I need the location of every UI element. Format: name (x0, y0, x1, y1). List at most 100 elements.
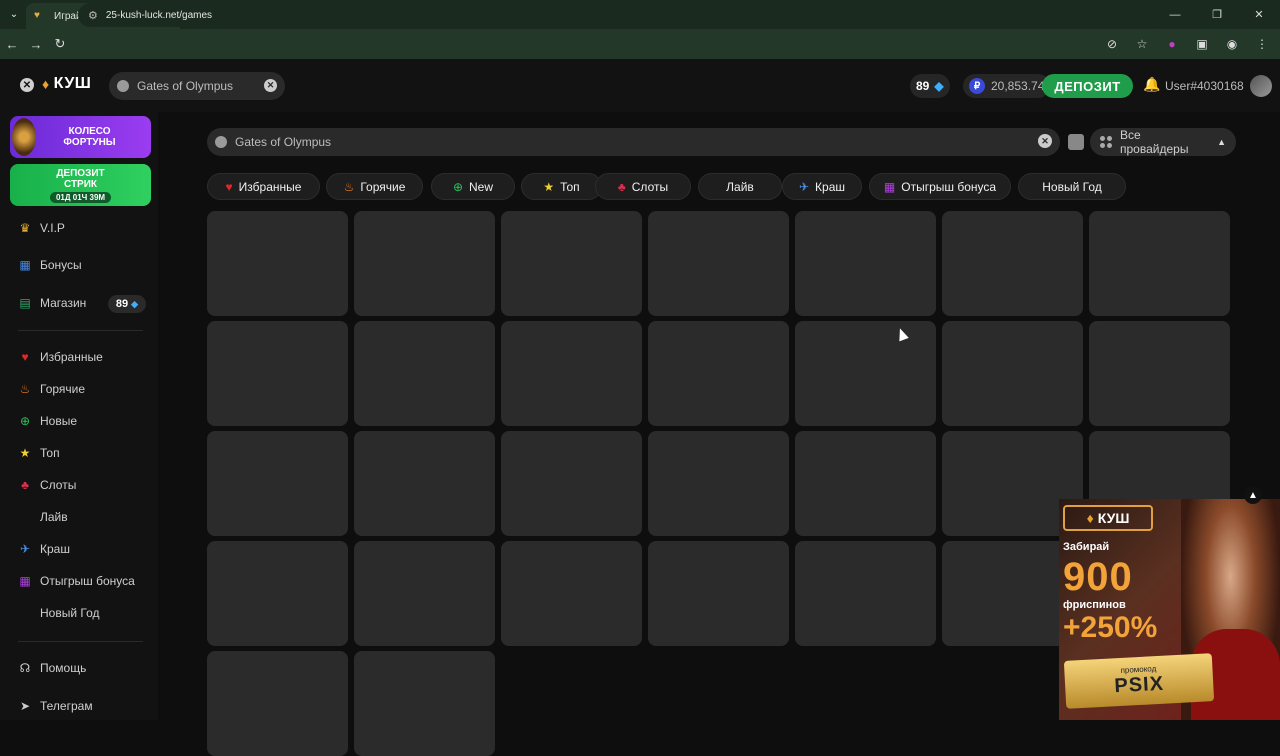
promo-banner[interactable]: ♦ КУШ Забирай 900 фриспинов +250% промок… (1059, 499, 1280, 720)
chip-wager-bonus[interactable]: ▦ Отыгрыш бонуса (869, 173, 1011, 200)
banner-percent: +250% (1063, 611, 1158, 644)
game-tile[interactable] (354, 651, 495, 756)
game-tile[interactable] (795, 211, 936, 316)
reload-icon[interactable]: ↻ (48, 29, 72, 59)
sidebar-item-shop[interactable]: ▤ Магазин (18, 293, 86, 313)
providers-dropdown[interactable]: Все провайдеры ▲ (1090, 128, 1236, 156)
back-icon[interactable]: ← (0, 29, 24, 59)
fortune-wheel-button[interactable]: КОЛЕСО ФОРТУНЫ (10, 116, 151, 158)
game-tile[interactable] (354, 541, 495, 646)
wallet-balance[interactable]: ₽ 20,853.74 (963, 74, 1051, 98)
game-tile[interactable] (501, 541, 642, 646)
chip-new-year[interactable]: Новый Год (1018, 173, 1126, 200)
plus-icon: ⊕ (19, 414, 31, 428)
header-search-value: Gates of Olympus (137, 79, 234, 93)
game-tile[interactable] (501, 321, 642, 426)
browser-menu-icon[interactable]: ⋮ (1254, 37, 1270, 51)
game-tile[interactable] (648, 541, 789, 646)
url-field[interactable]: ⚙ 25-kush-luck.net/games (78, 3, 1168, 27)
banner-line1: Забирай (1063, 541, 1110, 553)
chip-favorites[interactable]: ♥ Избранные (207, 173, 320, 200)
sidebar-item-telegram[interactable]: ➤ Телеграм (18, 696, 93, 716)
random-game-dice-icon[interactable] (1068, 134, 1084, 150)
game-tile[interactable] (648, 431, 789, 536)
plus-icon: ⊕ (452, 179, 464, 194)
chip-top[interactable]: ★ Топ (521, 173, 602, 200)
sidebar-item-favorites[interactable]: ♥ Избранные (18, 347, 102, 367)
gem-icon: ◆ (131, 298, 139, 309)
site-header: ✕ ♦ КУШ Gates of Olympus ✕ 89 ◆ ₽ 20,853… (0, 59, 1280, 112)
game-tile[interactable] (648, 321, 789, 426)
game-tile[interactable] (942, 211, 1083, 316)
profile-icon[interactable]: ◉ (1224, 37, 1240, 51)
sidebar-item-crash[interactable]: ✈ Краш (18, 539, 70, 559)
game-tile[interactable] (207, 651, 348, 756)
game-tile[interactable] (354, 211, 495, 316)
clear-search-icon[interactable]: ✕ (1038, 134, 1052, 148)
site-info-icon[interactable]: ⚙ (88, 9, 98, 22)
sidebar-item-new[interactable]: ⊕ Новые (18, 411, 77, 431)
chip-crash[interactable]: ✈ Краш (782, 173, 862, 200)
game-tile[interactable] (795, 541, 936, 646)
game-tile[interactable] (648, 211, 789, 316)
sidebar-item-slots[interactable]: ♣ Слоты (18, 475, 76, 495)
media-muted-icon[interactable]: ⊘ (1104, 37, 1120, 51)
address-bar: ← → ↻ (0, 29, 1280, 59)
header-search-input[interactable]: Gates of Olympus ✕ (109, 72, 285, 100)
gems-balance[interactable]: 89 ◆ (910, 74, 950, 98)
game-tile[interactable] (942, 321, 1083, 426)
site-logo[interactable]: ♦ КУШ (42, 75, 91, 93)
deposit-streak-button[interactable]: ДЕПОЗИТ СТРИК 01Д 01Ч 39М (10, 164, 151, 206)
sidebar-item-live[interactable]: Лайв (18, 507, 68, 527)
game-tile[interactable] (795, 431, 936, 536)
games-search-value: Gates of Olympus (235, 135, 332, 149)
notifications-bell-icon[interactable]: 🔔 (1143, 76, 1160, 93)
game-tile[interactable] (207, 541, 348, 646)
chip-slots[interactable]: ♣ Слоты (595, 173, 691, 200)
plane-icon: ✈ (19, 542, 31, 556)
game-tile[interactable] (207, 431, 348, 536)
headset-icon: ☊ (19, 661, 31, 675)
game-tile[interactable] (1089, 211, 1230, 316)
forward-icon[interactable]: → (24, 29, 48, 59)
game-tile[interactable] (207, 211, 348, 316)
deposit-button[interactable]: ДЕПОЗИТ (1042, 74, 1133, 98)
shop-gems-badge: 89 ◆ (108, 295, 146, 313)
bookmark-star-icon[interactable]: ☆ (1134, 37, 1150, 51)
game-tile[interactable] (795, 321, 936, 426)
sidebar-item-new-year[interactable]: Новый Год (18, 603, 99, 623)
banner-big-number: 900 (1063, 555, 1133, 599)
chip-live[interactable]: Лайв (698, 173, 782, 200)
banner-logo: ♦ КУШ (1063, 505, 1153, 531)
window-close-icon[interactable]: ✕ (1238, 0, 1280, 29)
games-search-input[interactable]: Gates of Olympus ✕ (207, 128, 1060, 156)
sidebar-item-wager-bonus[interactable]: ▦ Отыгрыш бонуса (18, 571, 134, 591)
streak-timer: 01Д 01Ч 39М (49, 191, 112, 203)
extensions-puzzle-icon[interactable]: ▣ (1194, 37, 1210, 51)
sidebar-item-help[interactable]: ☊ Помощь (18, 658, 87, 678)
sidebar-item-top[interactable]: ★ Топ (18, 443, 60, 463)
sidebar-item-hot[interactable]: ♨ Горячие (18, 379, 85, 399)
game-tile[interactable] (207, 321, 348, 426)
chip-hot[interactable]: ♨ Горячие (326, 173, 423, 200)
sidebar-item-bonuses[interactable]: ▦ Бонусы (18, 255, 81, 275)
chevron-up-icon: ▲ (1217, 137, 1226, 147)
heart-icon: ♥ (21, 350, 29, 364)
search-icon (117, 80, 129, 92)
user-menu[interactable]: User#4030168 (1165, 72, 1272, 100)
scroll-to-top-button[interactable]: ▲ (1244, 486, 1262, 504)
extension-icon[interactable]: ● (1164, 37, 1180, 51)
game-tile[interactable] (501, 431, 642, 536)
game-tile[interactable] (354, 431, 495, 536)
gem-icon: ◆ (934, 79, 944, 93)
game-tile[interactable] (501, 211, 642, 316)
chip-new[interactable]: ⊕ New (431, 173, 515, 200)
clear-search-icon[interactable]: ✕ (264, 79, 277, 92)
close-search-icon[interactable]: ✕ (20, 78, 34, 92)
shop-icon: ▤ (19, 296, 31, 310)
maximize-icon[interactable]: ❐ (1196, 0, 1238, 29)
game-tile[interactable] (354, 321, 495, 426)
game-tile[interactable] (1089, 321, 1230, 426)
tab-search-icon[interactable]: ⌄ (0, 0, 28, 29)
sidebar-item-vip[interactable]: ♛ V.I.P (18, 218, 65, 238)
